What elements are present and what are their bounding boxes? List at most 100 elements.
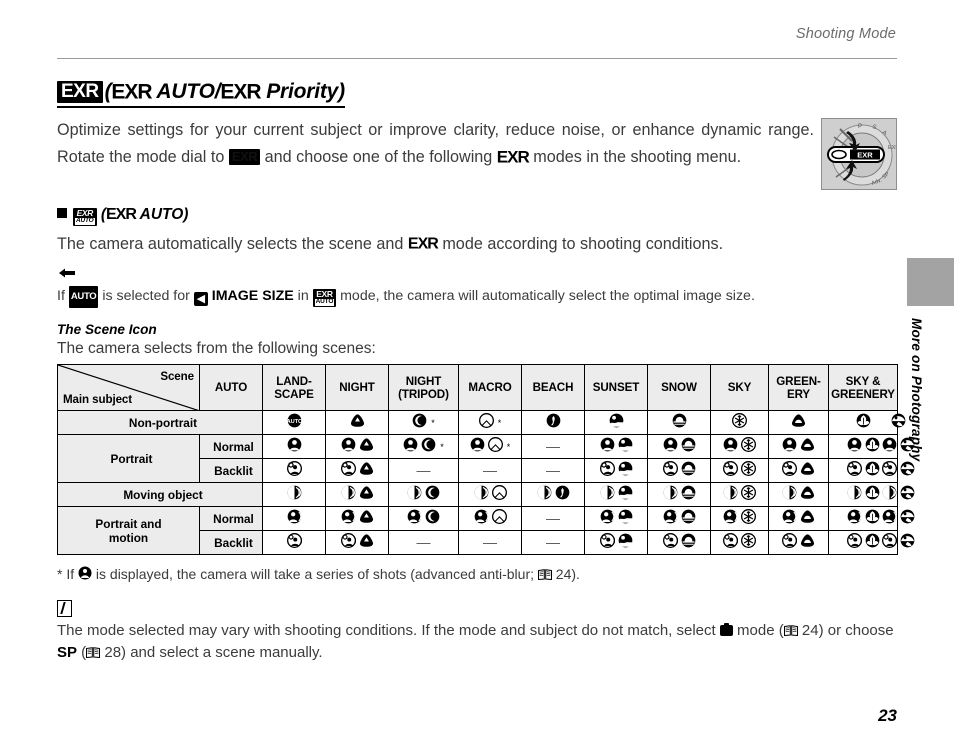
scene-column-header-line: AUTO: [214, 381, 248, 394]
beach-icon-wrap: [618, 437, 633, 457]
scene-icon-group: [769, 485, 828, 505]
scene-icon-cell: [710, 458, 769, 483]
portrait-icon-wrap: [470, 437, 485, 457]
moving-icon: [600, 485, 614, 499]
moving-icon-wrap: [847, 485, 862, 505]
scene-icon-cell: [262, 482, 326, 507]
scene-icon-group: [585, 460, 647, 481]
row-label-line: Portrait: [110, 451, 153, 466]
caution-page-ref-2: 28: [104, 644, 122, 661]
scene-column-header-line: SNOW: [661, 381, 697, 394]
backlit-motion-icon: [846, 532, 862, 548]
moving-icon: [663, 485, 677, 499]
macro-icon: [546, 413, 560, 427]
svg-text:EXR: EXR: [857, 151, 873, 160]
scene-icon-subtitle: The camera selects from the following sc…: [57, 340, 376, 357]
scene-icon-cell: [647, 434, 711, 459]
row-sublabel: Backlit: [199, 530, 263, 555]
scene-column-header: BEACH: [521, 364, 585, 411]
scene-icon-cell: [325, 458, 389, 483]
chapter-side-label: More on Photography: [909, 318, 924, 462]
beach-icon-wrap: [618, 533, 633, 553]
table-row: Portrait and motion Normal —: [57, 506, 914, 555]
footnote-star-mark: *: [497, 417, 502, 428]
snow-icon: [740, 484, 757, 500]
exr-badge-icon: EXR: [57, 81, 103, 104]
portrait-icon-wrap: [663, 437, 678, 457]
row-label: Portrait: [57, 434, 200, 483]
tip-text: If AUTO is selected for ◀ IMAGE SIZE in …: [57, 286, 902, 308]
sky-icon: [791, 413, 806, 427]
landscape-icon-wrap: [359, 461, 374, 481]
section-body-text: The camera automatically selects the sce…: [57, 232, 857, 257]
page-ref-book-icon-3: [86, 643, 101, 659]
beach-icon: [609, 413, 623, 427]
portrait-motion-icon: [407, 509, 423, 523]
sunset-icon-wrap: [681, 509, 696, 529]
night-tripod-icon: [491, 484, 507, 500]
caution-page-ref-1: 24: [801, 622, 819, 639]
scene-column-header-line: BEACH: [532, 381, 574, 394]
footnote-star-mark: *: [506, 441, 511, 452]
portrait-motion-icon: [474, 509, 489, 523]
moving-icon: [407, 485, 422, 499]
greenery-icon-wrap: [865, 437, 880, 457]
scene-icon-group: [326, 437, 388, 457]
moving-icon-wrap: [723, 485, 738, 505]
row-label: Non-portrait: [57, 410, 263, 435]
moving-icon: [537, 485, 551, 499]
scene-icon-group: [326, 460, 388, 481]
sunset-icon-wrap: [681, 437, 696, 457]
scene-icon-group: [585, 413, 647, 433]
greenery-icon: [865, 437, 879, 451]
portrait-motion-icon: [782, 509, 798, 523]
scene-icon-cell: [584, 530, 648, 555]
scene-icon-group: [326, 532, 388, 553]
scene-icon-cell: [325, 434, 389, 459]
scene-icon-cell: [647, 410, 711, 435]
backlit-motion-icon: [599, 532, 615, 548]
night-icon-wrap: [425, 509, 440, 529]
scene-icon-group: [648, 532, 710, 553]
scene-icon-group: *: [389, 437, 458, 457]
portrait-icon: [663, 437, 677, 451]
moving-icon: [723, 485, 738, 499]
greenery-icon: [865, 485, 879, 499]
portrait-icon: [403, 437, 418, 451]
backlit-motion-icon-wrap: [599, 532, 615, 553]
beach-icon-wrap: [618, 485, 633, 505]
backlit-motion-icon-wrap: [340, 532, 356, 553]
night-tripod-icon: [491, 508, 507, 524]
moving-icon-wrap: [882, 485, 897, 505]
sunset-icon: [681, 533, 695, 547]
landscape-icon-wrap: [359, 485, 374, 505]
backlit-motion-icon-wrap: [722, 532, 739, 553]
section-body-2: mode according to shooting conditions.: [437, 235, 724, 253]
auto-icon: AUTO: [286, 413, 303, 427]
scene-icon-group: [326, 509, 388, 529]
row-label-line: Portrait and: [95, 516, 162, 531]
backlit-motion-icon-wrap: [881, 532, 897, 553]
scene-icon-group: [829, 413, 897, 433]
scene-icon-cell: [521, 410, 585, 435]
greenery-icon: [865, 533, 879, 547]
backlit-icon: [340, 460, 356, 476]
night-icon: [425, 509, 440, 523]
portrait-motion-icon-wrap: [663, 509, 678, 529]
scene-icon-group: [326, 413, 388, 433]
table-footnote: * If is displayed, the camera will take …: [57, 565, 907, 585]
landscape-icon-wrap: [359, 509, 374, 529]
scene-icon-group: [389, 509, 458, 529]
sunset-icon-wrap: [672, 413, 687, 433]
tip-text-3: in: [293, 288, 313, 304]
portrait-icon: [723, 437, 738, 451]
backlit-icon-wrap: [846, 460, 862, 481]
scene-icon-cell: [647, 530, 711, 555]
row-sublabel: Normal: [199, 506, 263, 531]
night-icon: [425, 485, 440, 499]
footnote-text-1: If: [62, 566, 79, 582]
greenery-icon: [856, 413, 870, 427]
footnote-star-mark: *: [440, 441, 444, 452]
backlit-icon: [662, 460, 678, 476]
row-label: Moving object: [57, 482, 263, 507]
